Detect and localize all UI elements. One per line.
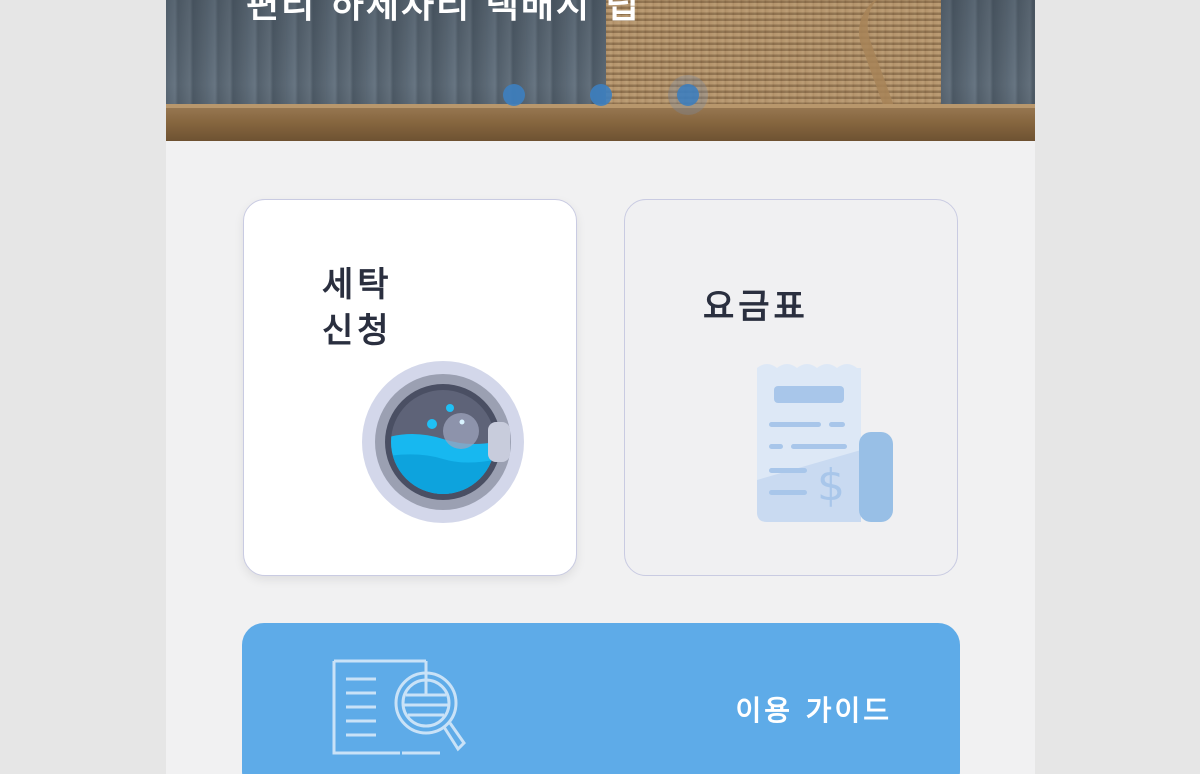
- carousel-dot-2[interactable]: [590, 84, 612, 106]
- carousel-dot-1[interactable]: [503, 84, 525, 106]
- laundry-request-card[interactable]: 세탁 신청: [243, 199, 577, 576]
- price-list-card[interactable]: 요금표 $: [624, 199, 958, 576]
- hero-headline: 편리 하세차리 택배시 립: [246, 0, 641, 26]
- hero-shelf: [166, 104, 1035, 141]
- laundry-request-title: 세탁 신청: [322, 265, 393, 351]
- price-list-title: 요금표: [703, 287, 809, 327]
- carousel-dots: [166, 84, 1035, 108]
- receipt-dollar-icon: $: [757, 364, 893, 522]
- washing-machine-icon: [362, 361, 524, 523]
- usage-guide-label: 이용 가이드: [735, 694, 892, 727]
- book-magnifier-icon: [332, 659, 466, 755]
- app-screen: 편리 하세차리 택배시 립 세탁 신청 요금표 $ 이용 가이드: [166, 0, 1035, 774]
- hero-banner[interactable]: 편리 하세차리 택배시 립: [166, 0, 1035, 141]
- carousel-dot-3[interactable]: [677, 84, 699, 106]
- svg-text:$: $: [817, 460, 845, 511]
- usage-guide-button[interactable]: 이용 가이드: [242, 623, 960, 774]
